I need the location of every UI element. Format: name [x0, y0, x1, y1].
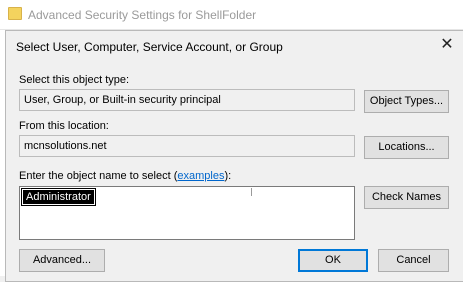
object-name-label-prefix: Enter the object name to select (: [19, 170, 178, 182]
object-type-label: Select this object type:: [19, 74, 130, 86]
parent-window-title: Advanced Security Settings for ShellFold…: [28, 8, 257, 22]
object-type-field: User, Group, or Built-in security princi…: [19, 89, 355, 111]
dialog-title: Select User, Computer, Service Account, …: [16, 40, 283, 54]
parent-titlebar: Advanced Security Settings for ShellFold…: [0, 0, 463, 30]
ok-button[interactable]: OK: [298, 249, 368, 272]
entered-object-name: Administrator: [21, 188, 96, 206]
cancel-button[interactable]: Cancel: [378, 249, 449, 272]
locations-button[interactable]: Locations...: [364, 136, 449, 159]
text-caret: [251, 188, 252, 196]
folder-icon: [8, 7, 22, 20]
object-name-label: Enter the object name to select (example…: [19, 170, 231, 182]
close-icon[interactable]: ✕: [434, 34, 460, 56]
object-types-button[interactable]: Object Types...: [364, 90, 449, 113]
object-name-label-suffix: ):: [224, 170, 232, 182]
location-label: From this location:: [19, 120, 109, 132]
examples-link[interactable]: examples: [177, 170, 224, 182]
check-names-button[interactable]: Check Names: [364, 186, 449, 209]
select-user-dialog: Select User, Computer, Service Account, …: [5, 30, 463, 282]
object-name-input[interactable]: Administrator: [19, 186, 355, 240]
location-field: mcnsolutions.net: [19, 135, 355, 157]
advanced-button[interactable]: Advanced...: [19, 249, 105, 272]
